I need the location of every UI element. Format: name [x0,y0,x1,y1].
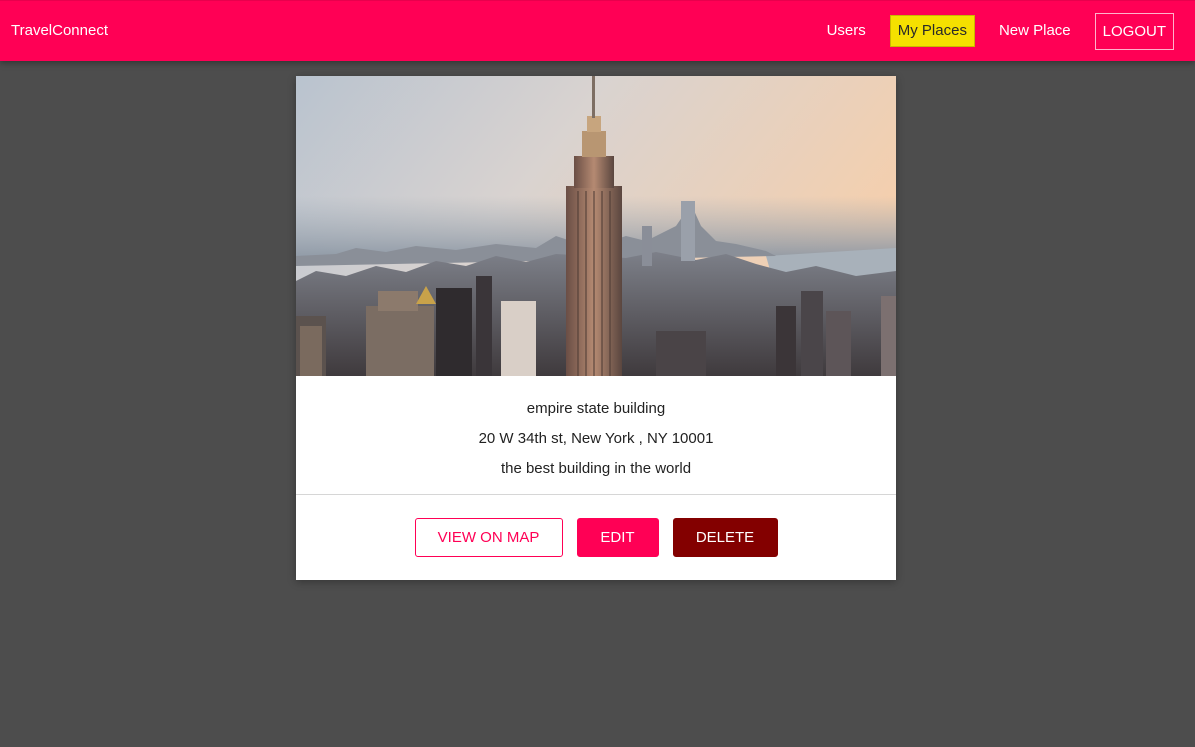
place-actions: VIEW ON MAP EDIT DELETE [296,495,896,579]
place-description: the best building in the world [500,460,692,477]
place-address: 20 W 34th st, New York , NY 10001 [478,430,714,447]
place-image [296,76,896,376]
place-title: empire state building [526,400,666,417]
main-header: TravelConnect Users My Places New Place … [0,0,1195,61]
nav-my-places-link[interactable]: My Places [889,15,975,47]
nav-new-place-link[interactable]: New Place [999,21,1071,41]
place-info: empire state building 20 W 34th st, New … [296,376,896,495]
view-on-map-button[interactable]: VIEW ON MAP [414,517,563,557]
main-navigation: Users My Places New Place LOGOUT [803,11,1174,51]
edit-button[interactable]: EDIT [576,517,659,557]
delete-button[interactable]: DELETE [672,517,778,557]
brand-link[interactable]: TravelConnect [11,21,108,41]
place-card: empire state building 20 W 34th st, New … [296,76,896,580]
nav-users-link[interactable]: Users [827,21,866,41]
logout-button[interactable]: LOGOUT [1094,12,1174,50]
